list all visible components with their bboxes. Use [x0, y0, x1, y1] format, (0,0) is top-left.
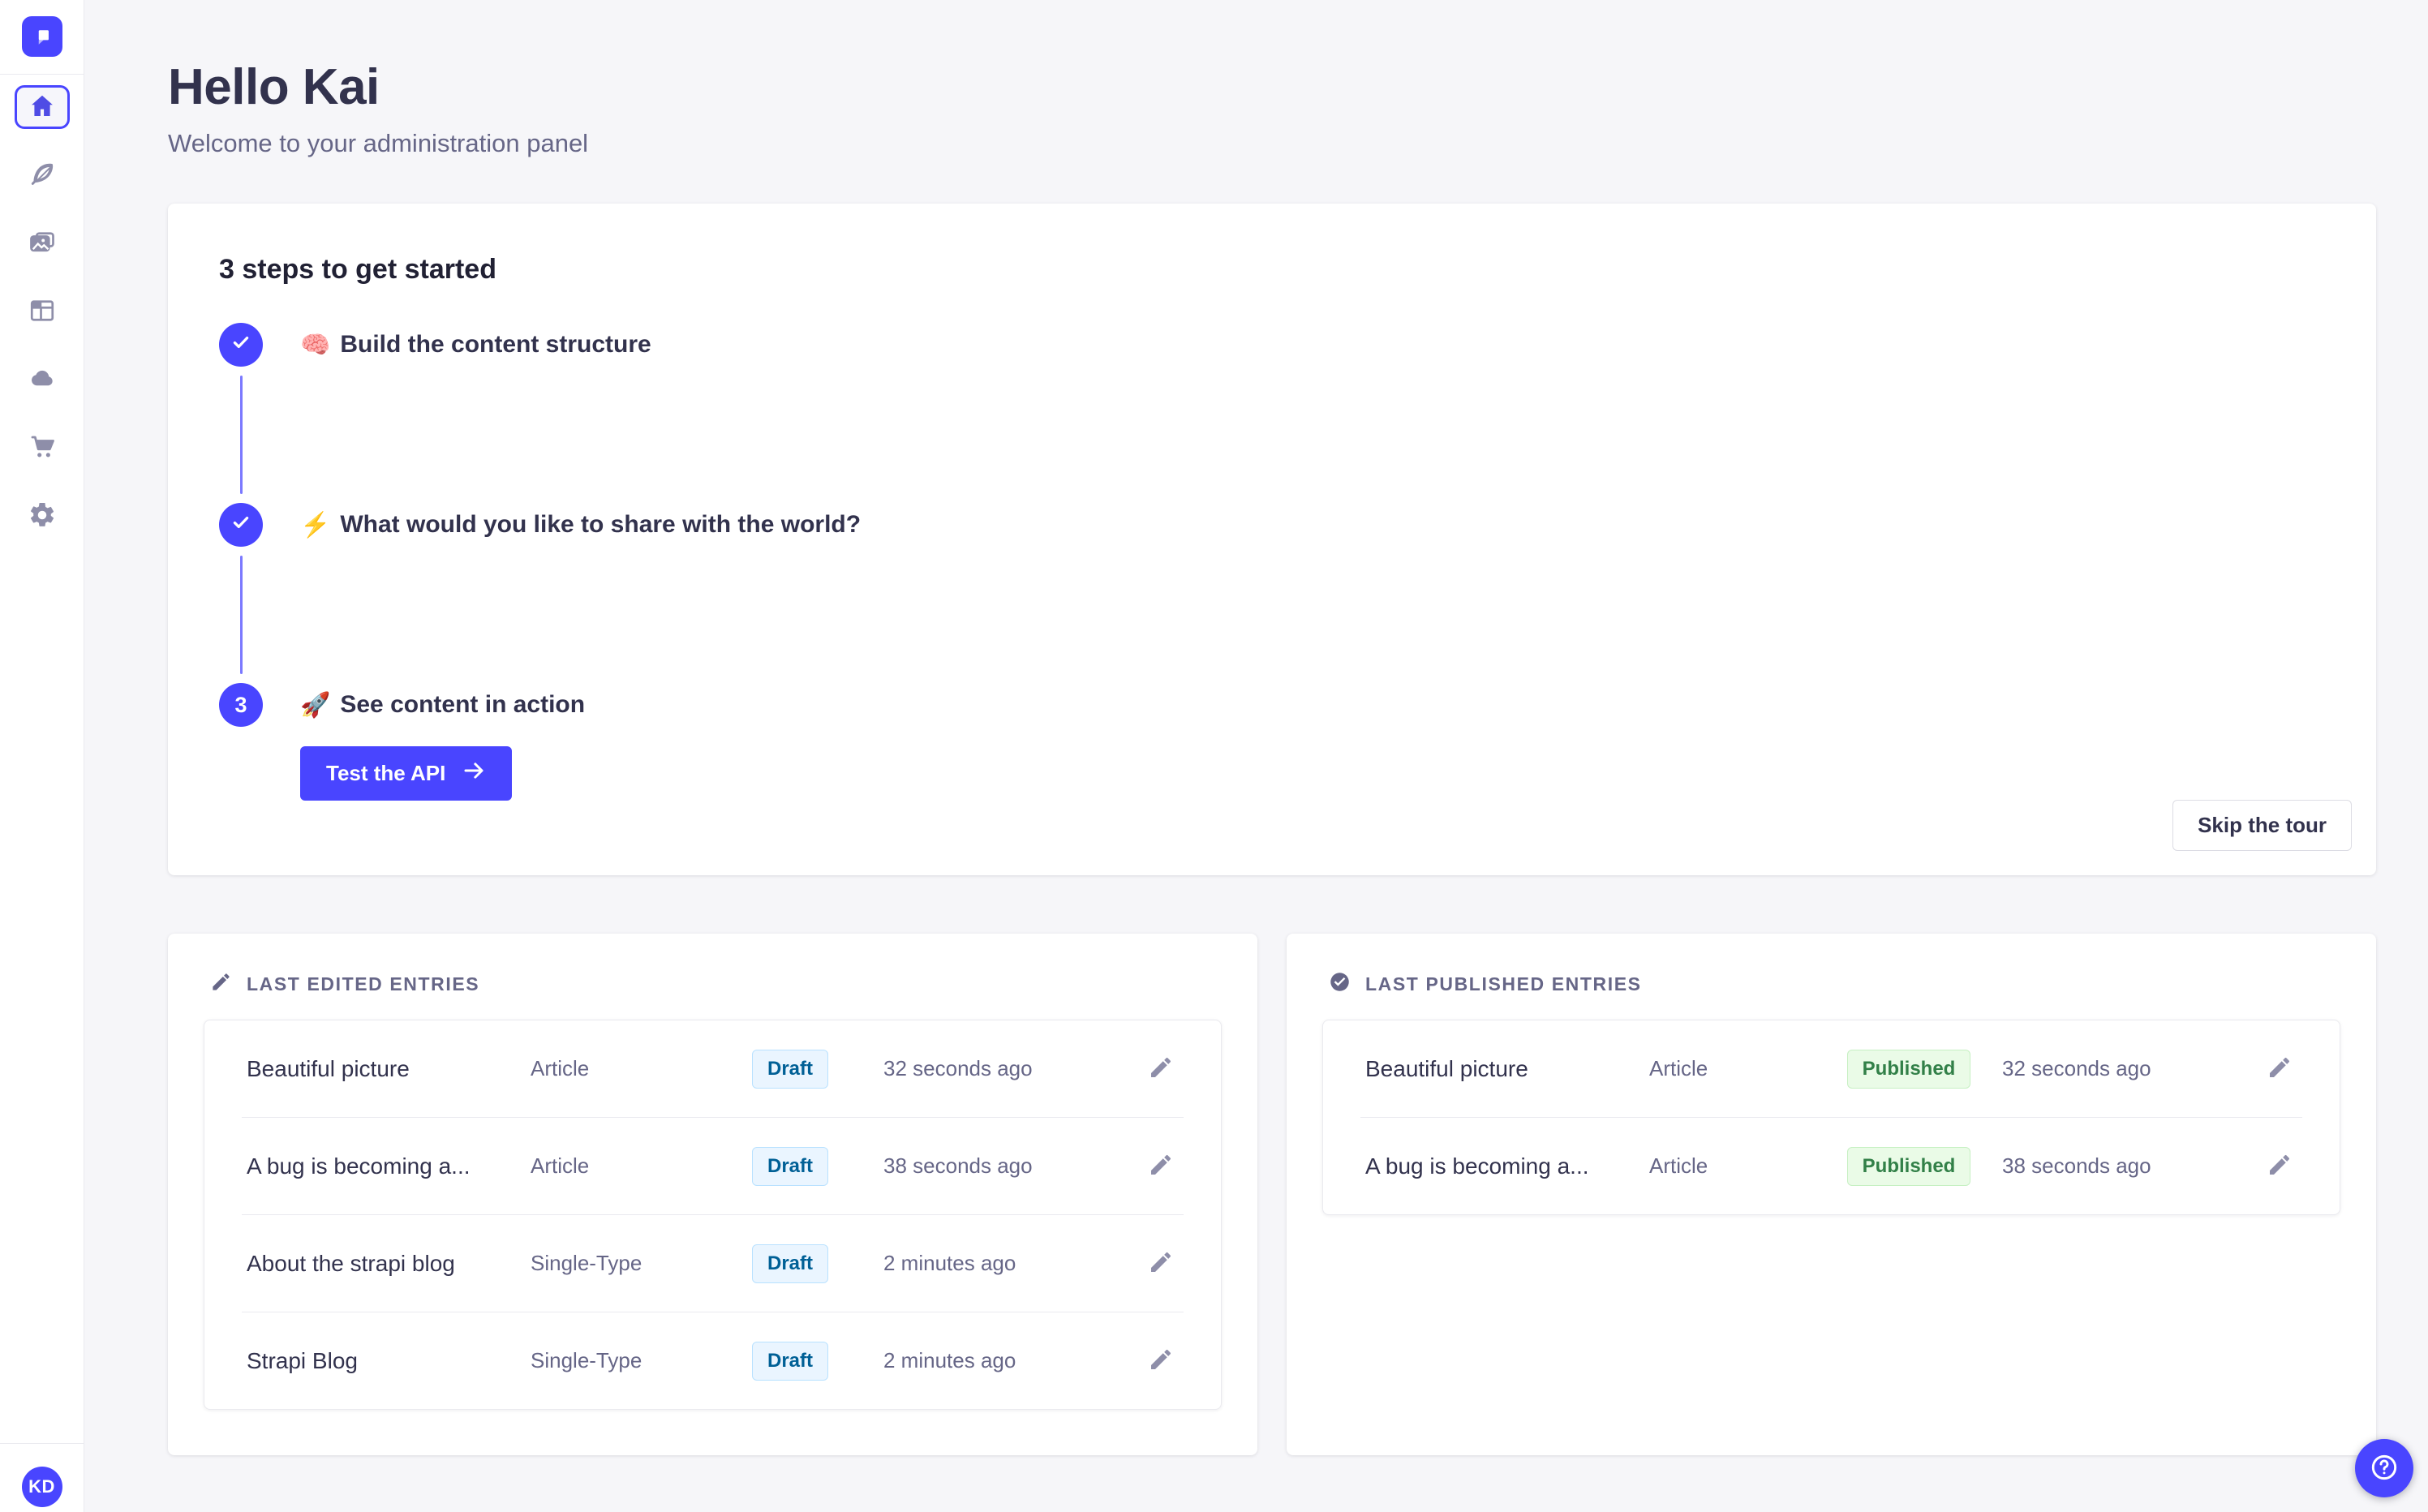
settings-gear-icon — [28, 500, 57, 532]
avatar-initials: KD — [28, 1476, 55, 1497]
tour-step-3: 3 🚀 See content in action — [219, 683, 2325, 727]
table-row[interactable]: Strapi Blog Single-Type Draft 2 minutes … — [204, 1312, 1221, 1409]
strapi-logo-icon — [28, 22, 56, 52]
last-edited-entries-panel: LAST EDITED ENTRIES Beautiful picture Ar… — [168, 934, 1257, 1455]
step-connector-2 — [240, 556, 243, 674]
help-button[interactable] — [2355, 1439, 2413, 1497]
last-edited-header: LAST EDITED ENTRIES — [210, 971, 1222, 997]
pencil-icon — [2267, 1057, 2293, 1083]
step-connector-1 — [240, 376, 243, 494]
pencil-icon — [1148, 1057, 1174, 1083]
content-type-builder-layout-icon — [28, 296, 57, 328]
edit-entry-button[interactable] — [1143, 1246, 1179, 1282]
tour-step-1: 🧠 Build the content structure — [219, 323, 2325, 367]
step-3-action: Test the API — [300, 746, 2325, 801]
step-1-label: 🧠 Build the content structure — [300, 331, 651, 359]
step-3-label: 🚀 See content in action — [300, 691, 586, 719]
sidebar-divider-top — [0, 74, 84, 75]
last-published-table: Beautiful picture Article Published 32 s… — [1322, 1020, 2340, 1215]
step-2-done-marker — [219, 503, 263, 547]
table-row[interactable]: About the strapi blog Single-Type Draft … — [204, 1215, 1221, 1312]
last-edited-table: Beautiful picture Article Draft 32 secon… — [204, 1020, 1222, 1410]
cloud-icon — [28, 364, 57, 396]
skip-tour-button[interactable]: Skip the tour — [2172, 800, 2352, 851]
table-row[interactable]: Beautiful picture Article Published 32 s… — [1323, 1020, 2340, 1117]
last-edited-title: LAST EDITED ENTRIES — [247, 973, 480, 994]
test-api-button[interactable]: Test the API — [300, 746, 513, 801]
pencil-icon — [210, 971, 232, 997]
table-row[interactable]: Beautiful picture Article Draft 32 secon… — [204, 1020, 1221, 1117]
page-header: Hello Kai Welcome to your administration… — [168, 58, 2376, 158]
status-badge: Draft — [751, 1244, 828, 1283]
sidebar-item-content-manager[interactable] — [15, 153, 70, 197]
page-subtitle: Welcome to your administration panel — [168, 129, 589, 157]
status-badge: Draft — [751, 1049, 828, 1089]
sidebar-item-marketplace[interactable] — [15, 426, 70, 470]
check-icon — [230, 512, 251, 539]
tour-step-2: ⚡ What would you like to share with the … — [219, 503, 2325, 547]
last-published-entries-panel: LAST PUBLISHED ENTRIES Beautiful picture… — [1287, 934, 2376, 1455]
pencil-icon — [1148, 1349, 1174, 1375]
pencil-icon — [1148, 1154, 1174, 1180]
status-badge: Draft — [751, 1341, 828, 1381]
page-title: Hello Kai — [168, 59, 380, 115]
guided-tour-card: 3 steps to get started 🧠 Build the conte… — [168, 204, 2376, 875]
brain-emoji: 🧠 — [300, 331, 331, 359]
marketplace-cart-icon — [28, 432, 57, 464]
status-badge: Published — [1846, 1049, 1971, 1089]
content-manager-feather-icon — [28, 160, 57, 191]
tour-title: 3 steps to get started — [219, 254, 496, 285]
arrow-right-icon — [462, 758, 486, 788]
sidebar-item-content-type-builder[interactable] — [15, 290, 70, 333]
pencil-icon — [2267, 1154, 2293, 1180]
home-icon — [28, 92, 57, 123]
sidebar-divider-bottom — [0, 1443, 84, 1444]
sidebar-item-media-library[interactable] — [15, 221, 70, 265]
sidebar-bottom: KD — [0, 1443, 84, 1512]
table-row[interactable]: A bug is becoming a... Article Draft 38 … — [204, 1118, 1221, 1214]
edit-entry-button[interactable] — [2262, 1149, 2297, 1184]
question-mark-icon — [2368, 1451, 2400, 1486]
sidebar-nav — [14, 85, 70, 538]
media-library-pictures-icon — [28, 228, 57, 260]
sidebar-item-settings[interactable] — [15, 494, 70, 538]
entries-panels: LAST EDITED ENTRIES Beautiful picture Ar… — [168, 934, 2376, 1455]
lightning-emoji: ⚡ — [300, 511, 331, 539]
rocket-emoji: 🚀 — [300, 691, 331, 719]
last-published-title: LAST PUBLISHED ENTRIES — [1365, 973, 1642, 994]
status-badge: Published — [1846, 1146, 1971, 1186]
step-1-done-marker — [219, 323, 263, 367]
strapi-logo-button[interactable] — [21, 16, 62, 57]
edit-entry-button[interactable] — [1143, 1149, 1179, 1184]
pencil-icon — [1148, 1252, 1174, 1278]
main-navigation-sidebar: KD — [0, 0, 84, 1512]
edit-entry-button[interactable] — [1143, 1051, 1179, 1087]
app-window: KD Hello Kai Welcome to your administrat… — [0, 0, 2428, 1512]
check-icon — [230, 332, 251, 359]
sidebar-item-cloud[interactable] — [15, 358, 70, 402]
sidebar-item-home[interactable] — [14, 85, 70, 129]
step-2-label: ⚡ What would you like to share with the … — [300, 511, 862, 539]
status-badge: Draft — [751, 1146, 828, 1186]
edit-entry-button[interactable] — [2262, 1051, 2297, 1087]
table-row[interactable]: A bug is becoming a... Article Published… — [1323, 1118, 2340, 1214]
main-content: Hello Kai Welcome to your administration… — [84, 0, 2428, 1512]
check-circle-icon — [1329, 971, 1351, 997]
edit-entry-button[interactable] — [1143, 1343, 1179, 1379]
step-3-number-marker: 3 — [219, 683, 263, 727]
last-published-header: LAST PUBLISHED ENTRIES — [1329, 971, 2340, 997]
user-avatar[interactable]: KD — [21, 1467, 62, 1507]
